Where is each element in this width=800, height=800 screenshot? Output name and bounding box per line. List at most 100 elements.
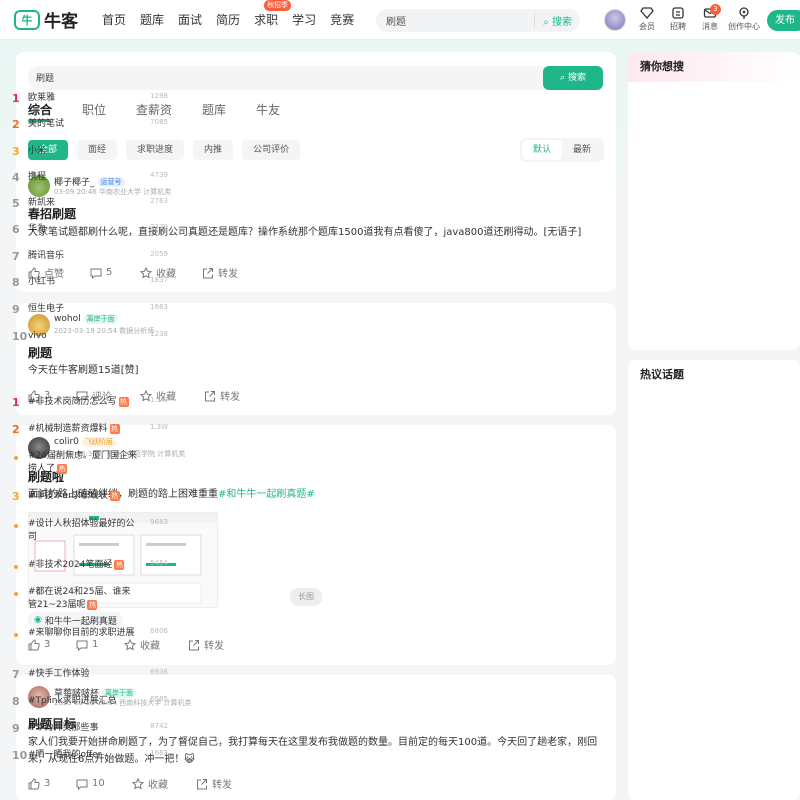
hot-topic-item[interactable]: 7 #快手工作体验 6936 [12,668,172,681]
logo[interactable]: 牛 牛客 [14,7,88,32]
main-search-button-label: 搜索 [567,73,586,83]
share-button[interactable]: 转发 [196,776,232,791]
publish-button[interactable]: 发布 [767,10,800,31]
nav-link-study[interactable]: 学习 [292,11,316,28]
guess-search-item[interactable]: 8 小红书 1837 [12,276,172,289]
hot-topic-label: #非技术2024笔面经热 [28,559,138,572]
post-card[interactable]: wohol 离岸于面 2023-03-19 20:54 数据分析师 刷题 今天在… [28,314,608,409]
hot-badge-icon: 热 [57,463,68,474]
guess-search-item[interactable]: 9 恒生电子 1663 [12,303,172,316]
tool-recruit[interactable]: 招聘 [661,6,695,32]
topic-count: 6936 [150,668,168,676]
main-search-bar[interactable]: 刷题 ⌕ 搜索 [28,66,603,90]
sort-default[interactable]: 默认 [522,140,562,160]
topic-count: 5454 [150,559,168,567]
thumbs-up-icon [28,777,40,789]
guess-search-item[interactable]: 10 vivo 1238 [12,330,172,343]
hot-topic-item[interactable]: #设计人秋招体验最好的公司 9683 [12,518,172,544]
rank-dot-icon [14,592,18,596]
guess-search-item[interactable]: 5 新凯来 2763 [12,197,172,210]
hot-topic-item[interactable]: 10 #晒一晒我的offer 1663 [12,749,172,762]
comment-button[interactable]: 10 [76,776,132,791]
main-search-input[interactable]: 刷题 [36,71,54,84]
message-badge: 3 [710,4,721,15]
hot-topic-label: #设计人秋招体验最好的公司 [28,518,138,544]
filter-company-review[interactable]: 公司评价 [242,140,301,160]
nav-link-home[interactable]: 首页 [102,11,126,28]
hot-topic-text: #快手工作体验 [28,669,90,679]
tool-recruit-label: 招聘 [670,22,686,31]
guess-search-item[interactable]: 7 腾讯音乐 2059 [12,250,172,263]
hot-topic-item[interactable]: #非技术2024笔面经热 5454 [12,559,172,572]
briefcase-icon [672,7,684,19]
collect-button[interactable]: 收藏 [132,776,196,791]
topic-tag[interactable]: ◉ 和牛牛一起刷真题 [28,612,123,628]
sort-latest[interactable]: 最新 [562,140,602,160]
guess-search-label: 欧莱雅 [28,93,56,103]
hot-topic-item[interactable]: #都在说24和25届、谁来管21~23届呢热 [12,586,172,612]
topic-count: 8742 [150,722,168,730]
hot-topic-item[interactable]: 2 #机械制造薪资爆料热 1.3W [12,423,172,436]
hot-topic-text: #来聊聊你目前的求职进展 [28,628,135,638]
nav-link-resume[interactable]: 简历 [216,11,240,28]
search-icon: ⌕ [560,73,568,83]
rank-dot-icon [14,524,18,528]
user-avatar[interactable] [604,9,626,31]
tool-creator-center[interactable]: 创作中心 [727,6,761,32]
main-search-button[interactable]: ⌕ 搜索 [543,66,603,90]
top-search-button[interactable]: ⌕ 搜索 [534,13,572,28]
tool-vip[interactable]: 会员 [630,6,664,32]
topic-count [138,586,172,612]
topic-count: 6585 [150,695,168,703]
guess-search-label: 恒生电子 [28,304,65,314]
hot-badge-icon: 热 [109,423,120,434]
tab-users[interactable]: 牛友 [256,101,280,118]
topic-count [138,450,172,476]
hot-topic-text: #Tplink求职进展汇总 [28,696,117,706]
hot-topic-label: #非技术岗简历怎么写热 [28,396,138,409]
hot-topic-item[interactable]: 1 #非技术岗简历怎么写热 1.3W [12,396,172,409]
topic-count: 9683 [150,518,168,526]
tool-messages[interactable]: 3 消息 [693,4,727,32]
guess-search-item[interactable]: 3 小米 5503 [12,145,172,158]
top-search-bar: ⌕ 搜索 [376,9,580,32]
share-button[interactable]: 转发 [204,388,240,403]
hot-topic-item[interactable]: 8 #Tplink求职进展汇总 6585 [12,695,172,708]
share-button[interactable]: 转发 [188,637,224,652]
filter-referral[interactable]: 内推 [193,140,234,160]
top-search-input[interactable] [386,15,526,26]
topic-count: 1.1W [149,490,168,498]
rank-number: 9 [12,722,20,735]
share-icon [189,639,199,650]
hot-topic-item[interactable]: #24届削焦虑。厦门国企来捞人了热 [12,450,172,476]
star-icon [124,638,136,650]
guess-search-item[interactable]: 4 携程 4739 [12,171,172,184]
tab-question-bank[interactable]: 题库 [202,101,226,118]
post-title[interactable]: 刷题 [28,344,52,361]
rank-number: 2 [12,118,20,131]
hot-topic-item[interactable]: 3 #非技术er求职现状热 1.1W [12,490,172,503]
comment-icon [76,779,88,790]
share-label: 转发 [212,780,232,791]
nav-link-question-bank[interactable]: 题库 [140,11,164,28]
rank-number: 6 [12,223,20,236]
post-author[interactable]: colir0 飞跃阶层 [54,437,116,447]
guess-search-item[interactable]: 6 华为 2329 [12,223,172,236]
nav-link-contest[interactable]: 竞赛 [330,11,354,28]
guess-search-item[interactable]: 2 美的笔试 7085 [12,118,172,131]
hot-topic-text: #非技术岗简历怎么写 [28,397,117,407]
nav-link-jobs[interactable]: 求职 秋招季 [254,0,292,28]
post-author-name: colir0 [54,437,79,447]
share-button[interactable]: 转发 [202,265,238,280]
hot-topic-label: #24届削焦虑。厦门国企来捞人了热 [28,450,138,476]
long-image-hint: 长图 [290,588,322,606]
hot-topic-item[interactable]: 9 #华为开奖那些事 8742 [12,722,172,735]
like-button[interactable]: 3 [28,776,76,791]
search-icon: ⌕ [543,17,549,28]
nav-link-interview[interactable]: 面试 [178,11,202,28]
post-actions: 3 10 收藏 转发 [28,776,232,791]
guess-search-item[interactable]: 1 欧莱雅 1298 [12,92,172,105]
hashtag-link[interactable]: #和牛牛一起刷真题# [218,489,315,500]
hot-topic-item[interactable]: #来聊聊你目前的求职进展 6806 [12,627,172,640]
post-body[interactable]: 今天在牛客刷题15道[赞] [28,362,606,379]
